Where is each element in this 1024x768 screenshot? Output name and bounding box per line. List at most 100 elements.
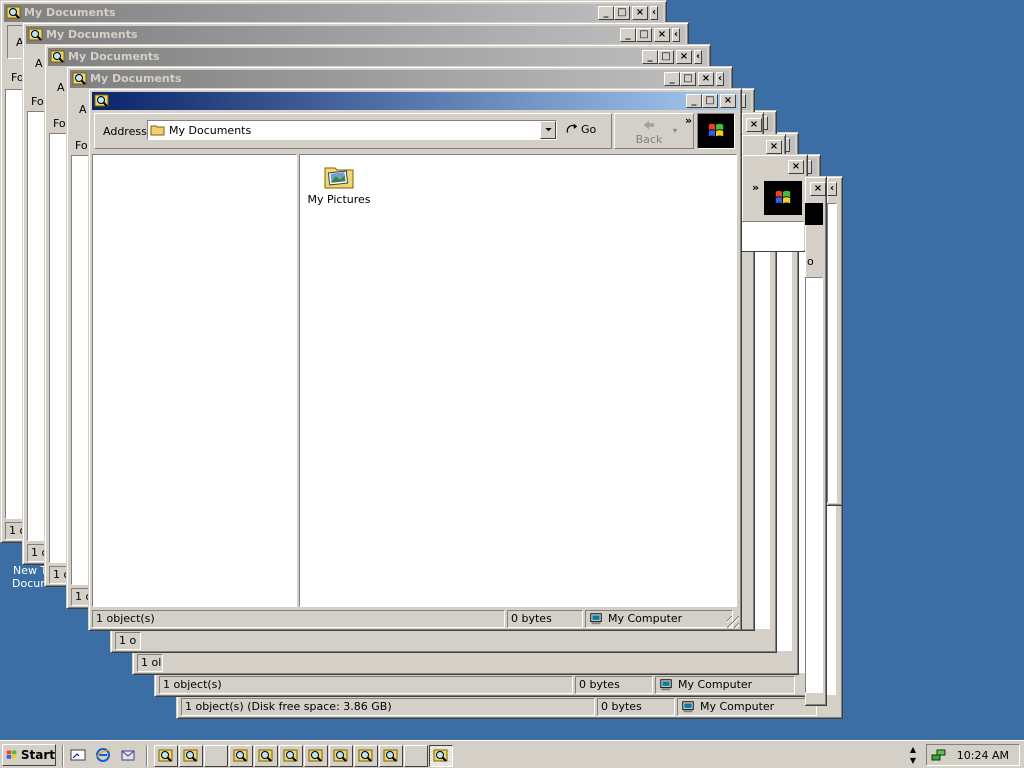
network-icon[interactable] <box>931 747 947 763</box>
close-button[interactable]: × <box>766 140 782 154</box>
taskbar: Start ▲ ▼ 10:24 AM <box>0 740 1024 768</box>
minimize-button[interactable]: _ <box>642 50 658 64</box>
partial-button[interactable]: ‹ <box>716 72 724 86</box>
taskbar-item-window[interactable] <box>254 745 278 767</box>
close-button[interactable]: × <box>676 50 692 64</box>
taskbar-item-window[interactable] <box>379 745 403 767</box>
explorer-search-icon <box>183 749 198 762</box>
folder-tree-pane[interactable] <box>92 154 297 607</box>
status-size: 0 bytes <box>507 610 583 628</box>
close-button[interactable]: × <box>698 72 714 86</box>
toolbar-chevron[interactable]: » <box>752 181 759 194</box>
close-button[interactable]: × <box>788 160 804 174</box>
my-computer-icon <box>682 701 694 713</box>
go-arrow-icon <box>566 123 578 133</box>
item-label: My Pictures <box>307 193 371 206</box>
maximize-button[interactable]: □ <box>702 94 718 108</box>
address-dropdown-button[interactable] <box>540 121 556 139</box>
taskbar-item-window[interactable] <box>229 745 253 767</box>
start-label: Start <box>20 748 55 762</box>
partial-button[interactable]: ‹ <box>694 50 702 64</box>
window-titlebar[interactable]: My Documents _ □ × ‹ <box>4 4 663 22</box>
address-label: Address <box>103 125 147 138</box>
explorer-search-icon <box>258 749 273 762</box>
status-zone-label: My Computer <box>700 700 775 713</box>
close-button[interactable]: × <box>746 118 762 132</box>
taskbar-scroll-up[interactable]: ▲ <box>906 745 920 755</box>
folders-pane-header-partial: Fo <box>75 139 88 152</box>
outlook-express-icon <box>121 750 135 761</box>
explorer-search-icon <box>233 749 248 762</box>
taskbar-scroll-down[interactable]: ▼ <box>906 756 920 766</box>
taskbar-item-window[interactable] <box>154 745 178 767</box>
scrollbar[interactable] <box>805 277 823 693</box>
maximize-button[interactable]: □ <box>658 50 674 64</box>
explorer-window-right-e[interactable]: ‹ <box>827 176 843 506</box>
explorer-window-right-d[interactable]: × o <box>805 176 827 706</box>
quick-launch-outlook[interactable] <box>120 747 138 765</box>
taskbar-item-active-window[interactable] <box>429 745 453 767</box>
content-pane[interactable] <box>742 221 804 251</box>
close-button[interactable]: × <box>720 94 736 108</box>
partial-button[interactable]: ‹ <box>650 6 658 20</box>
desktop-icon-label[interactable]: New T Docum <box>8 564 51 590</box>
taskbar-item-window[interactable] <box>329 745 353 767</box>
partial-button[interactable]: ‹ <box>827 182 837 196</box>
list-item[interactable]: My Pictures <box>304 160 374 206</box>
content-pane[interactable]: My Pictures <box>299 154 737 607</box>
status-size: 0 bytes <box>597 698 675 716</box>
internet-explorer-icon <box>95 748 111 762</box>
window-titlebar[interactable]: My Documents _ □ × ‹ <box>26 26 685 44</box>
address-bar: Address My Documents Go <box>94 113 612 149</box>
scrollbar[interactable] <box>827 203 837 503</box>
go-button[interactable]: Go <box>565 122 596 136</box>
close-button[interactable]: × <box>810 182 826 196</box>
back-dropdown[interactable]: ▾ <box>673 126 681 135</box>
taskbar-item-window[interactable] <box>304 745 328 767</box>
toolbar-chevron[interactable]: » <box>685 114 692 127</box>
taskbar-item-window[interactable] <box>354 745 378 767</box>
explorer-search-icon <box>433 749 448 762</box>
status-objects: 1 ol <box>137 654 163 672</box>
window-title: My Documents <box>46 28 138 41</box>
explorer-search-icon <box>6 6 21 19</box>
taskbar-item-window[interactable] <box>279 745 303 767</box>
address-input[interactable]: My Documents <box>147 120 557 140</box>
minimize-button[interactable]: _ <box>686 94 702 108</box>
desktop-icon-label-line1: New T <box>13 564 48 577</box>
quick-launch-desktop[interactable] <box>70 747 88 765</box>
taskbar-item-window[interactable] <box>179 745 203 767</box>
taskbar-item-window[interactable] <box>204 745 228 767</box>
explorer-search-icon <box>158 749 173 762</box>
active-explorer-window[interactable]: _ □ × Address My Documents Go Back ▾ » M… <box>88 88 742 631</box>
close-button[interactable]: × <box>632 6 648 20</box>
maximize-button[interactable]: □ <box>614 6 630 20</box>
maximize-button[interactable]: □ <box>636 28 652 42</box>
partial-button[interactable]: ‹ <box>672 28 680 42</box>
taskbar-item-window[interactable] <box>404 745 428 767</box>
status-size: 0 bytes <box>575 676 653 694</box>
quick-launch-ie[interactable] <box>95 747 113 765</box>
explorer-search-icon <box>94 94 109 107</box>
back-button[interactable]: Back <box>623 117 675 147</box>
maximize-button[interactable]: □ <box>680 72 696 86</box>
status-zone: My Computer <box>677 698 817 716</box>
window-title: My Documents <box>68 50 160 63</box>
clock[interactable]: 10:24 AM <box>957 749 1009 762</box>
window-titlebar[interactable]: _ □ × <box>92 92 738 110</box>
status-objects: 1 object(s) <box>92 610 505 628</box>
folder-icon <box>150 125 165 136</box>
resize-grip[interactable] <box>727 616 739 628</box>
window-titlebar[interactable]: My Documents _ □ × ‹ <box>70 70 729 88</box>
minimize-button[interactable]: _ <box>620 28 636 42</box>
status-zone-label: My Computer <box>608 612 683 625</box>
minimize-button[interactable]: _ <box>598 6 614 20</box>
start-button[interactable]: Start <box>2 744 56 766</box>
minimize-button[interactable]: _ <box>664 72 680 86</box>
explorer-search-icon <box>333 749 348 762</box>
status-free-space: 1 object(s) (Disk free space: 3.86 GB) <box>181 698 595 716</box>
explorer-search-icon <box>383 749 398 762</box>
window-titlebar[interactable]: My Documents _ □ × ‹ <box>48 48 707 66</box>
explorer-window-right-c[interactable]: × » <box>742 154 808 252</box>
close-button[interactable]: × <box>654 28 670 42</box>
